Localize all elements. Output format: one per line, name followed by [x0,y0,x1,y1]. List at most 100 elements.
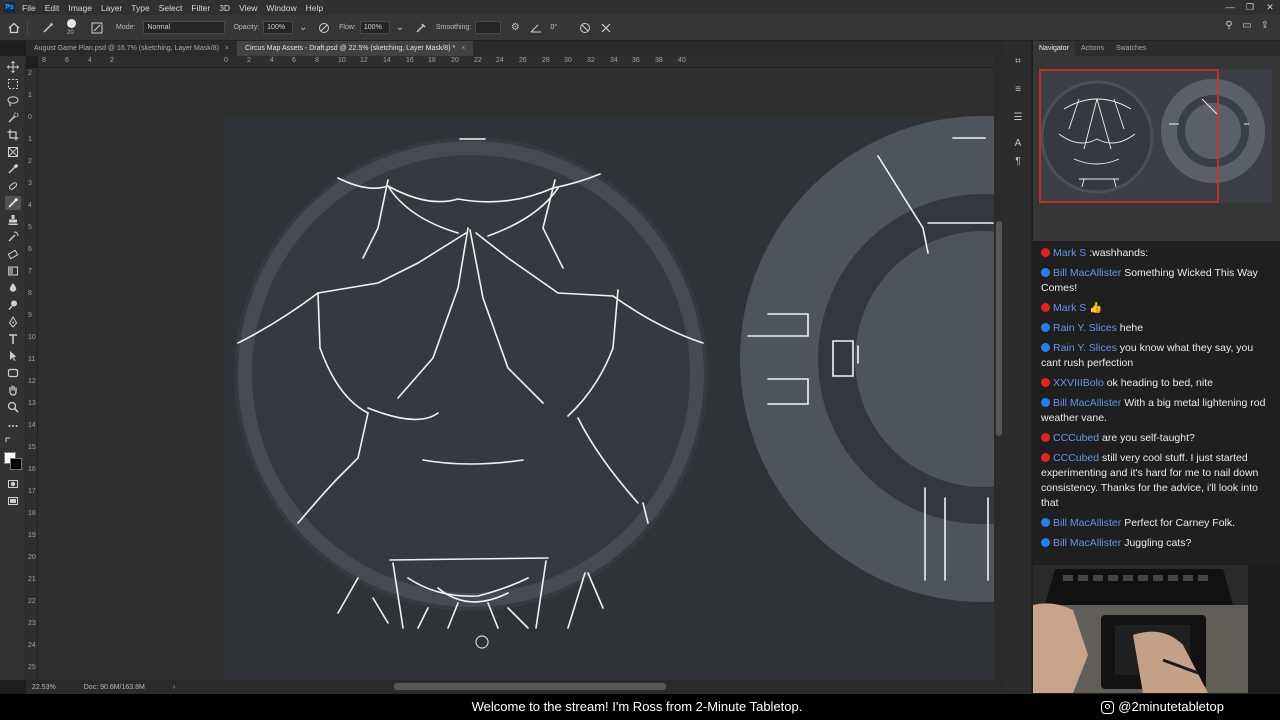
more-tools-icon[interactable] [5,419,21,433]
gear-icon[interactable]: ⚙ [508,21,522,35]
frame-tool-icon[interactable] [5,145,21,159]
zoom-level[interactable]: 22.53% [32,684,56,691]
ruler-label: 14 [28,422,36,429]
menu-window[interactable]: Window [266,3,296,13]
minimize-button[interactable]: — [1220,0,1240,15]
brush-preset-icon[interactable] [41,21,55,35]
tab-actions[interactable]: Actions [1075,41,1110,56]
menu-file[interactable]: File [22,3,36,13]
adjustments-panel-icon[interactable]: ≡ [1010,83,1026,97]
close-icon[interactable]: × [461,45,465,52]
brush-size-picker[interactable]: 20 [61,17,83,39]
background-color-swatch[interactable] [10,458,22,470]
ruler-label: 6 [292,57,296,64]
brush-tip-icon [67,18,76,28]
path-selection-tool-icon[interactable] [5,349,21,363]
dodge-tool-icon[interactable] [5,298,21,312]
facebook-icon [1041,398,1050,407]
menu-help[interactable]: Help [306,3,323,13]
angle-field[interactable]: 0° [546,21,566,34]
chat-message: CCCubed are you self-taught? [1041,431,1274,446]
panel-icon-strip: ⌗ ≡ ☰ A ¶ [1004,41,1032,694]
chat-username: Rain Y. Slices [1053,322,1117,334]
history-brush-tool-icon[interactable] [5,230,21,244]
ruler-label: 16 [406,57,414,64]
healing-brush-tool-icon[interactable] [5,179,21,193]
document-canvas[interactable] [38,68,994,680]
paragraph-panel-icon[interactable]: ¶ [1010,155,1026,169]
close-icon[interactable]: × [225,45,229,52]
move-tool-icon[interactable] [5,60,21,74]
chevron-down-icon[interactable]: ⌄ [296,21,310,35]
history-panel-icon[interactable]: ⌗ [1010,55,1026,69]
quick-select-tool-icon[interactable] [5,111,21,125]
pressure-opacity-icon[interactable] [317,21,331,35]
chat-text: 👍 [1089,302,1103,314]
airbrush-icon[interactable] [414,21,428,35]
chevron-down-icon[interactable]: ⌄ [393,21,407,35]
brush-settings-icon[interactable] [90,21,104,35]
menu-3d[interactable]: 3D [219,3,230,13]
menu-type[interactable]: Type [131,3,149,13]
scrollbar-thumb[interactable] [996,221,1002,436]
ruler-label: 4 [88,57,92,64]
close-window-button[interactable]: ✕ [1260,0,1280,15]
horizontal-scrollbar-thumb[interactable] [394,683,666,690]
ruler-label: 24 [28,642,36,649]
facebook-icon [1041,268,1050,277]
facebook-icon [1041,323,1050,332]
eyedropper-tool-icon[interactable] [5,162,21,176]
marquee-tool-icon[interactable] [5,77,21,91]
symmetry-icon[interactable] [599,21,613,35]
workspace-icon[interactable]: ▭ [1238,20,1256,36]
chat-text: ok heading to bed, nite [1106,377,1213,389]
youtube-icon [1041,303,1050,312]
search-icon[interactable]: ⚲ [1220,20,1238,36]
menu-view[interactable]: View [239,3,257,13]
character-panel-icon[interactable]: A [1010,137,1026,151]
tab-navigator[interactable]: Navigator [1033,41,1075,56]
zoom-tool-icon[interactable] [5,400,21,414]
ruler-label: 12 [360,57,368,64]
vertical-ruler: 2 1 0 1 2 3 4 5 6 7 8 9 10 11 12 13 14 1… [26,68,38,680]
lasso-tool-icon[interactable] [5,94,21,108]
opacity-field[interactable]: 100% [263,21,294,34]
vertical-scrollbar[interactable] [994,56,1004,680]
status-menu-arrow[interactable]: › [173,684,175,691]
chat-username: CCCubed [1053,432,1100,444]
blur-tool-icon[interactable] [5,281,21,295]
layers-panel-icon[interactable]: ☰ [1010,111,1026,125]
ruler-label: 2 [28,158,32,165]
gradient-tool-icon[interactable] [5,264,21,278]
menu-edit[interactable]: Edit [45,3,60,13]
crop-tool-icon[interactable] [5,128,21,142]
menu-image[interactable]: Image [68,3,92,13]
quick-mask-icon[interactable] [5,477,21,491]
hand-tool-icon[interactable] [5,383,21,397]
document-tab-active[interactable]: Circus Map Assets - Draft.psd @ 22.5% (s… [237,41,474,56]
navigator-preview[interactable] [1039,69,1272,203]
home-icon[interactable] [7,21,21,35]
swap-colors-icon[interactable] [2,435,18,449]
brush-tool-icon[interactable] [5,196,21,210]
restore-button[interactable]: ❐ [1240,0,1260,15]
flow-field[interactable]: 100% [359,21,390,34]
share-icon[interactable]: ⇪ [1256,20,1274,36]
menu-layer[interactable]: Layer [101,3,122,13]
clone-stamp-tool-icon[interactable] [5,213,21,227]
tab-swatches[interactable]: Swatches [1110,41,1152,56]
type-tool-icon[interactable] [5,332,21,346]
menu-select[interactable]: Select [159,3,183,13]
ruler-label: 21 [28,576,36,583]
smoothing-field[interactable] [475,21,502,34]
eraser-tool-icon[interactable] [5,247,21,261]
document-tab[interactable]: August Game Plan.psd @ 16.7% (sketching,… [26,41,237,56]
screen-mode-icon[interactable] [5,494,21,508]
pen-tool-icon[interactable] [5,315,21,329]
menu-filter[interactable]: Filter [191,3,210,13]
rectangle-tool-icon[interactable] [5,366,21,380]
ruler-label: 40 [678,57,686,64]
mode-select[interactable]: Normal [143,21,226,34]
ruler-label: 1 [28,92,32,99]
pressure-size-icon[interactable] [578,21,592,35]
